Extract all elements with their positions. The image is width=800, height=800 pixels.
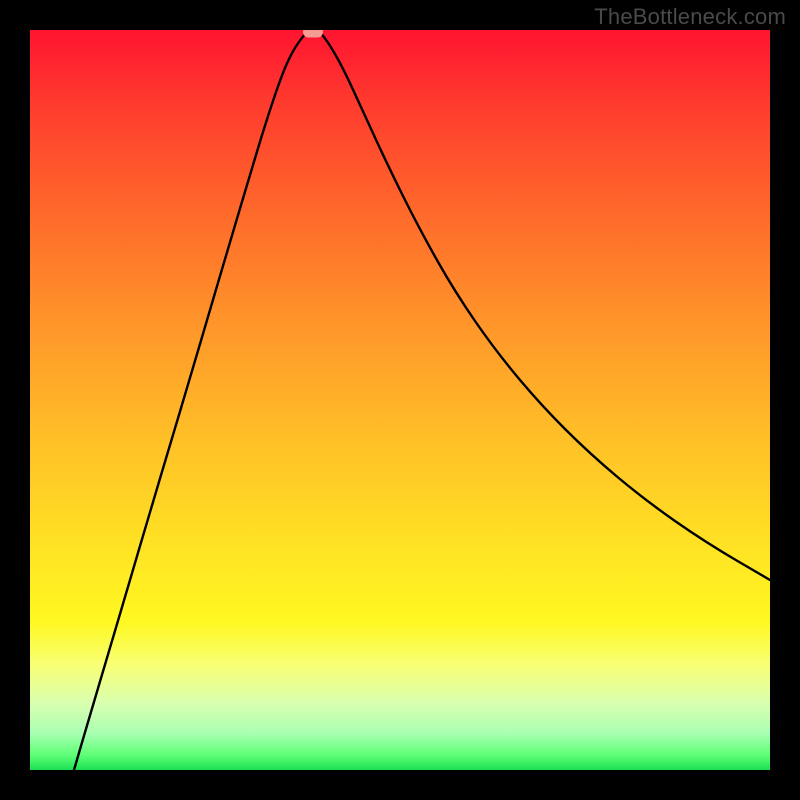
plot-area: [30, 30, 770, 770]
minimum-marker: [303, 30, 323, 38]
curve-left-branch: [74, 32, 307, 770]
curve-svg: [30, 30, 770, 770]
watermark-label: TheBottleneck.com: [594, 4, 786, 30]
chart-frame: TheBottleneck.com: [0, 0, 800, 800]
curve-right-branch: [320, 32, 770, 580]
